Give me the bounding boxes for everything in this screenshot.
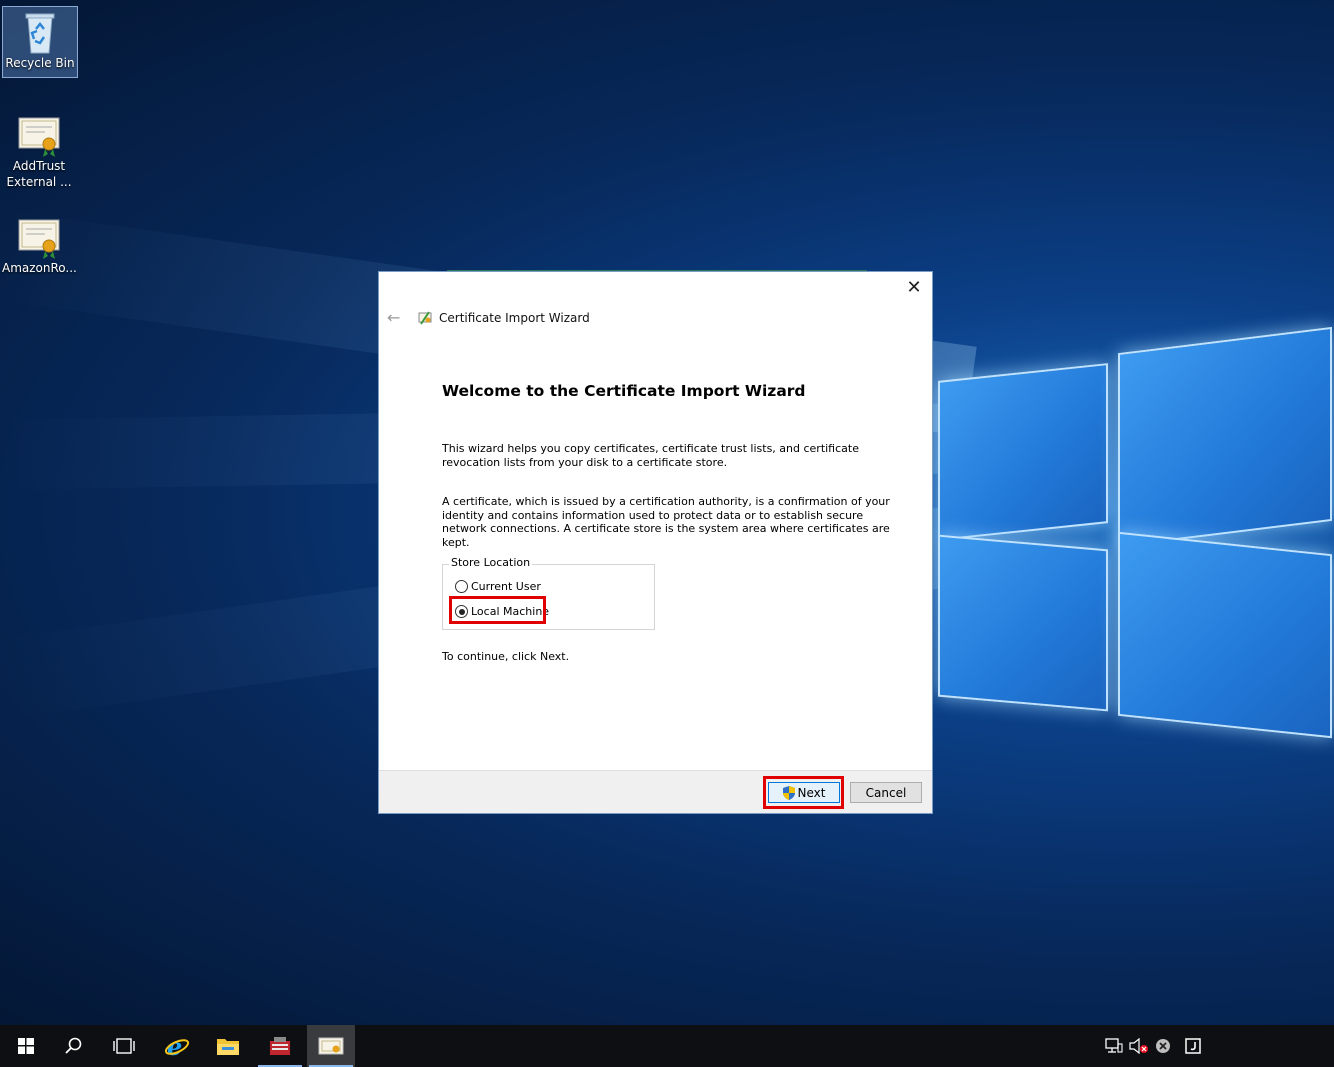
file-explorer-button[interactable] — [204, 1025, 252, 1067]
certificate-icon — [15, 114, 63, 158]
notification-tray[interactable] — [1183, 1037, 1203, 1055]
cancel-button-label: Cancel — [865, 785, 907, 800]
logo-pane-bl — [938, 534, 1108, 712]
volume-muted-icon — [1129, 1038, 1148, 1054]
server-manager-icon — [270, 1037, 290, 1055]
certificate-import-wizard-dialog: ✕ ← Certificate Import Wizard Welcome to… — [378, 270, 933, 814]
close-circle-icon — [1156, 1039, 1170, 1053]
logo-pane-tl — [938, 363, 1108, 541]
radio-button[interactable] — [455, 580, 468, 593]
next-button-label: Next — [797, 785, 826, 800]
page-heading: Welcome to the Certificate Import Wizard — [442, 382, 806, 400]
logo-pane-tr — [1118, 326, 1332, 548]
intro-paragraph: This wizard helps you copy certificates,… — [442, 442, 859, 469]
certificate-description: A certificate, which is issued by a cert… — [442, 495, 890, 549]
radio-current-user[interactable]: Current User — [455, 580, 541, 593]
desktop-icon-label: AddTrust External ... — [6, 159, 72, 189]
internet-explorer-icon: e — [164, 1033, 190, 1059]
search-button[interactable] — [50, 1025, 98, 1067]
task-view-icon — [113, 1038, 135, 1054]
close-button[interactable]: ✕ — [904, 278, 924, 298]
desktop-icon-recycle-bin[interactable]: Recycle Bin — [2, 6, 78, 78]
desktop-icon-label: AmazonRo... — [2, 261, 77, 275]
certificate-wizard-icon — [417, 310, 433, 326]
desktop-icon-label: Recycle Bin — [5, 56, 75, 70]
search-icon — [65, 1037, 82, 1054]
certificate-wizard-taskbar-button[interactable] — [307, 1025, 355, 1067]
dialog-title: Certificate Import Wizard — [439, 311, 590, 325]
start-button[interactable] — [2, 1025, 50, 1067]
start-icon — [18, 1038, 34, 1054]
notification-icon — [1185, 1038, 1201, 1054]
certificate-wizard-icon — [318, 1037, 344, 1055]
desktop-icon-amazonroot[interactable]: AmazonRo... — [2, 212, 77, 276]
file-explorer-icon — [217, 1039, 239, 1055]
next-button[interactable]: Next — [768, 782, 840, 803]
close-circle-tray[interactable] — [1153, 1037, 1173, 1055]
recycle-bin-icon — [16, 11, 64, 55]
cancel-button[interactable]: Cancel — [850, 782, 922, 803]
desktop-icon-addtrust[interactable]: AddTrust External ... — [2, 110, 76, 190]
taskbar: e — [0, 1025, 1334, 1067]
task-view-button[interactable] — [100, 1025, 148, 1067]
network-icon — [1105, 1038, 1123, 1053]
store-location-group: Store Location Current User Local Machin… — [442, 556, 655, 630]
local-machine-highlight — [449, 596, 546, 624]
radio-label: Current User — [471, 580, 541, 593]
back-arrow-icon[interactable]: ← — [387, 308, 400, 327]
internet-explorer-button[interactable]: e — [153, 1025, 201, 1067]
continue-instruction: To continue, click Next. — [442, 650, 570, 663]
server-manager-button[interactable] — [256, 1025, 304, 1067]
uac-shield-icon — [782, 785, 795, 800]
network-tray[interactable] — [1104, 1037, 1124, 1055]
dialog-footer: Next Cancel — [379, 770, 932, 813]
certificate-icon — [15, 216, 63, 260]
logo-pane-br — [1118, 531, 1332, 739]
volume-tray[interactable] — [1129, 1037, 1149, 1055]
store-location-legend: Store Location — [449, 556, 533, 569]
